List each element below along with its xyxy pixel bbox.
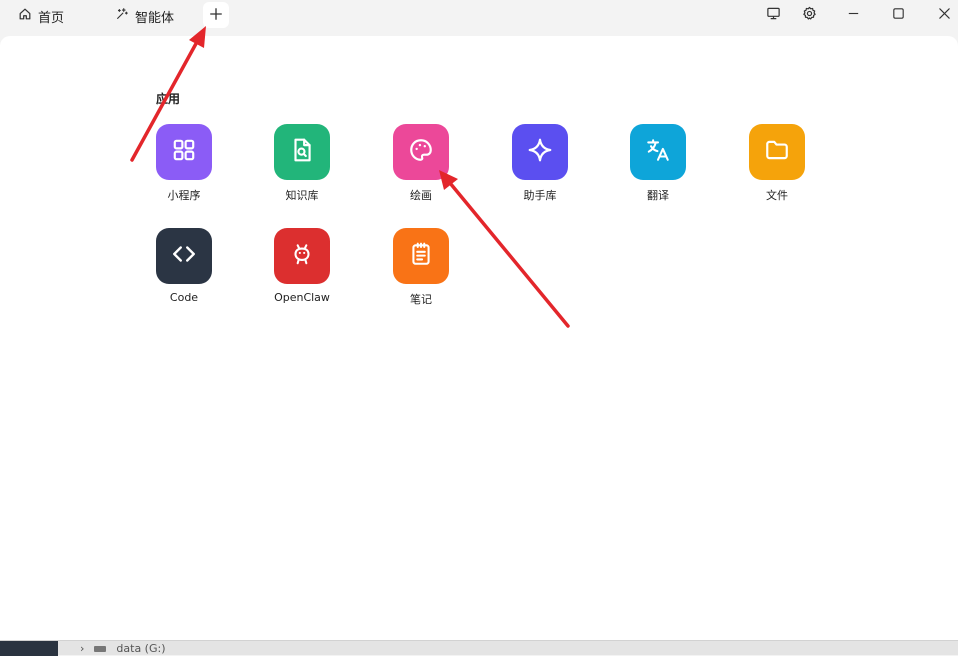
app-label: Code [169, 291, 199, 304]
translate-icon [645, 137, 671, 167]
taskbar-item-label: data (G:) [116, 642, 166, 655]
gear-icon [802, 6, 817, 25]
app-label: 助手库 [523, 189, 557, 202]
close-icon [937, 6, 952, 25]
grid-icon [171, 137, 197, 167]
drive-icon [94, 645, 107, 652]
tab-agent-label: 智能体 [135, 10, 175, 26]
minimize-icon [846, 6, 861, 25]
notepad-icon [408, 241, 434, 271]
maximize-button[interactable] [887, 4, 909, 26]
taskbar-item[interactable]: › data (G:) [80, 642, 166, 655]
crab-icon [289, 241, 315, 271]
sparkle-icon [527, 137, 553, 167]
section-title: 应用 [156, 92, 181, 106]
sparkle-icon [115, 7, 129, 25]
app-painting[interactable]: 绘画 [376, 124, 466, 203]
app-icon-tile [512, 124, 568, 180]
app-openclaw[interactable]: OpenClaw [257, 228, 347, 304]
app-icon-tile [393, 228, 449, 284]
app-files[interactable]: 文件 [732, 124, 822, 203]
chevron-right-icon: › [80, 642, 85, 655]
app-icon-tile [630, 124, 686, 180]
app-mini-program[interactable]: 小程序 [139, 124, 229, 203]
folder-icon [764, 137, 790, 167]
title-bar: 首页 智能体 [0, 0, 958, 36]
tab-agent[interactable]: 智能体 [115, 4, 174, 28]
app-knowledge-base[interactable]: 知识库 [257, 124, 347, 203]
palette-icon [408, 137, 434, 167]
app-label: 绘画 [410, 189, 432, 202]
app-icon-tile [749, 124, 805, 180]
main-content: 应用 小程序 知识库 绘画 助手库 翻译 文件 Code OpenClaw 笔记 [0, 36, 958, 640]
app-label: 知识库 [285, 189, 319, 202]
tab-home-label: 首页 [38, 10, 65, 26]
app-icon-tile [274, 124, 330, 180]
taskbar: › data (G:) [0, 640, 958, 656]
monitor-icon [766, 6, 781, 25]
app-icon-tile [156, 228, 212, 284]
settings-button[interactable] [798, 4, 820, 26]
app-code[interactable]: Code [139, 228, 229, 304]
monitor-button[interactable] [762, 4, 784, 26]
file-search-icon [289, 137, 315, 167]
plus-icon [209, 6, 223, 25]
app-icon-tile [393, 124, 449, 180]
maximize-icon [891, 6, 906, 25]
app-icon-tile [274, 228, 330, 284]
minimize-button[interactable] [842, 4, 864, 26]
app-label: 笔记 [410, 293, 432, 306]
app-icon-tile [156, 124, 212, 180]
app-window: 首页 智能体 应用 小程序 知识库 绘画 助手库 翻译 文件 Code Open… [0, 0, 958, 656]
app-notes[interactable]: 笔记 [376, 228, 466, 307]
app-label: 翻译 [647, 189, 669, 202]
code-icon [171, 241, 197, 271]
add-tab-button[interactable] [203, 2, 229, 28]
app-assistant-library[interactable]: 助手库 [495, 124, 585, 203]
app-label: 小程序 [167, 189, 201, 202]
app-translate[interactable]: 翻译 [613, 124, 703, 203]
taskbar-start-area [0, 641, 58, 656]
tab-home[interactable]: 首页 [18, 4, 64, 28]
home-icon [18, 7, 32, 25]
close-button[interactable] [933, 4, 955, 26]
app-label: 文件 [766, 189, 788, 202]
app-label: OpenClaw [274, 291, 330, 304]
